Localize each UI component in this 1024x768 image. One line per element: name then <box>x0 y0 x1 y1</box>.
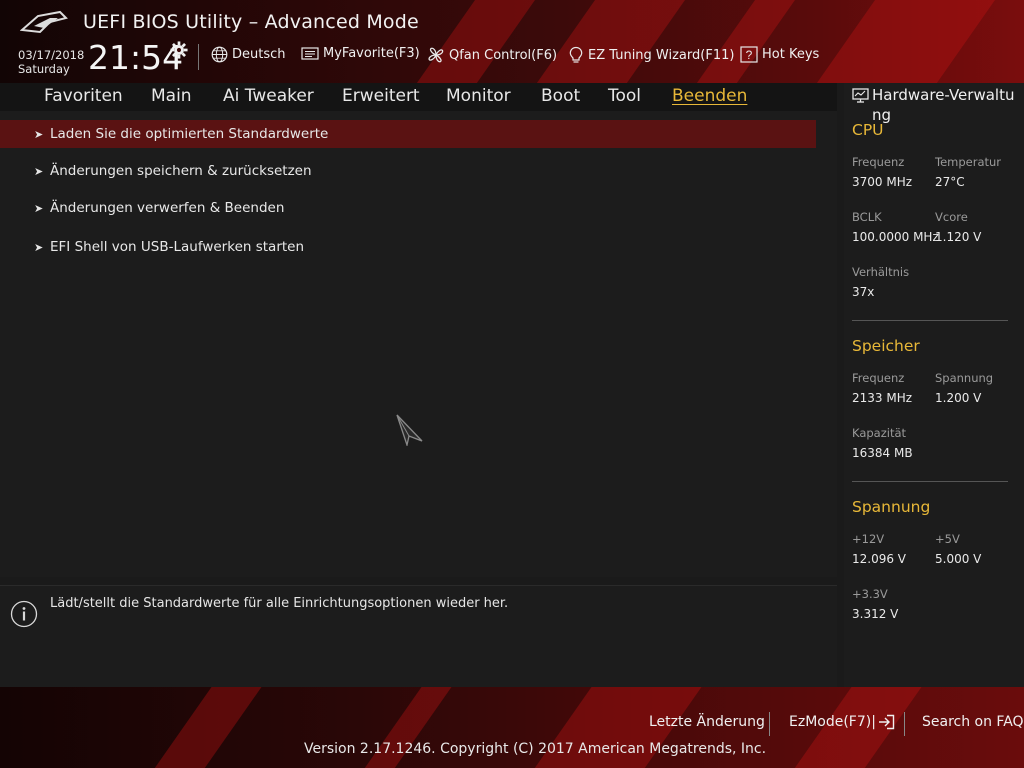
memory-frequency-label: Frequenz <box>852 371 905 385</box>
header-decoration <box>797 0 1003 83</box>
myfavorite-button[interactable]: MyFavorite(F3) <box>301 46 420 61</box>
tab-boot[interactable]: Boot <box>541 86 580 106</box>
weekday-text: Saturday <box>18 62 70 76</box>
arrow-right-icon: ➤ <box>34 201 44 215</box>
voltage-section-title: Spannung <box>852 498 931 516</box>
qfan-control-button[interactable]: Qfan Control(F6) <box>427 46 557 64</box>
qfan-label: Qfan Control(F6) <box>449 47 558 63</box>
vcore-label: Vcore <box>935 210 968 224</box>
mouse-cursor-icon <box>396 414 423 446</box>
ezmode-button[interactable]: EzMode(F7)| <box>789 714 895 730</box>
memory-voltage-value: 1.200 V <box>935 391 982 405</box>
favorite-list-icon <box>301 47 319 60</box>
tab-ai-tweaker[interactable]: Ai Tweaker <box>223 86 314 106</box>
tab-favoriten[interactable]: Favoriten <box>44 86 123 106</box>
bclk-label: BCLK <box>852 210 882 224</box>
help-panel: Lädt/stellt die Standardwerte für alle E… <box>0 585 837 688</box>
footer-decoration <box>141 687 269 768</box>
section-divider <box>852 481 1008 482</box>
cpu-frequency-label: Frequenz <box>852 155 905 169</box>
hardware-monitor-panel: Hardware-Verwaltung CPU Frequenz 3700 MH… <box>844 83 1024 687</box>
clock-display[interactable]: 21:54 <box>88 38 183 77</box>
myfavorite-label: MyFavorite(F3) <box>323 46 420 61</box>
v33-label: +3.3V <box>852 587 888 601</box>
cpu-temperature-label: Temperatur <box>935 155 1002 169</box>
exit-arrow-icon <box>878 714 895 730</box>
gear-icon[interactable] <box>170 41 188 59</box>
rog-logo-icon <box>20 10 68 34</box>
arrow-right-icon: ➤ <box>34 164 44 178</box>
menu-item-label: Laden Sie die optimierten Standardwerte <box>50 126 329 142</box>
menu-item-efi-shell[interactable]: ➤ EFI Shell von USB-Laufwerken starten <box>0 233 816 261</box>
memory-section-title: Speicher <box>852 337 920 355</box>
help-text: Lädt/stellt die Standardwerte für alle E… <box>50 596 509 611</box>
v5-value: 5.000 V <box>935 552 982 566</box>
tab-monitor[interactable]: Monitor <box>446 86 511 106</box>
memory-capacity-label: Kapazität <box>852 426 907 440</box>
tab-tool[interactable]: Tool <box>608 86 641 106</box>
toolbar-divider <box>198 44 199 70</box>
language-label: Deutsch <box>232 47 286 62</box>
cpu-section-title: CPU <box>852 121 884 139</box>
footer-divider <box>769 712 770 736</box>
footer-divider <box>904 712 905 736</box>
date-display: 03/17/2018 Saturday <box>18 48 84 76</box>
arrow-right-icon: ➤ <box>34 127 44 141</box>
header-decoration <box>517 0 693 83</box>
date-text: 03/17/2018 <box>18 48 85 62</box>
arrow-right-icon: ➤ <box>34 240 44 254</box>
globe-icon <box>211 46 228 63</box>
v12-label: +12V <box>852 532 885 546</box>
ratio-label: Verhältnis <box>852 265 910 279</box>
section-divider <box>852 320 1008 321</box>
ezmode-label: EzMode(F7)| <box>789 714 876 730</box>
svg-text:?: ? <box>746 48 753 62</box>
header-decoration <box>677 0 803 83</box>
v12-value: 12.096 V <box>852 552 907 566</box>
lightbulb-icon <box>569 46 583 63</box>
tab-main[interactable]: Main <box>151 86 192 106</box>
memory-frequency-value: 2133 MHz <box>852 391 913 405</box>
info-icon <box>10 600 38 628</box>
tab-beenden[interactable]: Beenden <box>672 86 747 106</box>
search-faq-button[interactable]: Search on FAQ <box>922 714 1024 730</box>
hot-keys-button[interactable]: ? Hot Keys <box>740 46 819 63</box>
ratio-value: 37x <box>852 285 875 299</box>
help-key-icon: ? <box>740 46 758 63</box>
fan-icon <box>428 47 444 63</box>
memory-capacity-value: 16384 MB <box>852 446 913 460</box>
page-title: UEFI BIOS Utility – Advanced Mode <box>83 11 419 33</box>
v33-value: 3.312 V <box>852 607 899 621</box>
vcore-value: 1.120 V <box>935 230 982 244</box>
menu-item-discard-exit[interactable]: ➤ Änderungen verwerfen & Beenden <box>0 194 816 222</box>
footer-bar: Letzte Änderung EzMode(F7)| Search on FA… <box>0 687 1024 768</box>
menu-item-label: Änderungen verwerfen & Beenden <box>50 200 285 216</box>
exit-menu-panel: ➤ Laden Sie die optimierten Standardwert… <box>0 111 837 577</box>
header-bar: UEFI BIOS Utility – Advanced Mode 03/17/… <box>0 0 1024 83</box>
header-decoration <box>397 0 543 83</box>
memory-voltage-label: Spannung <box>935 371 994 385</box>
menu-item-load-defaults[interactable]: ➤ Laden Sie die optimierten Standardwert… <box>0 120 816 148</box>
ez-tuning-label: EZ Tuning Wizard(F11) <box>588 47 735 63</box>
menu-item-label: EFI Shell von USB-Laufwerken starten <box>50 239 305 255</box>
hot-keys-label: Hot Keys <box>762 47 820 62</box>
menu-item-label: Änderungen speichern & zurücksetzen <box>50 163 312 179</box>
copyright-text: Version 2.17.1246. Copyright (C) 2017 Am… <box>304 741 767 757</box>
menu-item-save-reset[interactable]: ➤ Änderungen speichern & zurücksetzen <box>0 157 816 185</box>
main-tabs: Favoriten Main Ai Tweaker Erweitert Moni… <box>0 83 837 112</box>
language-button[interactable]: Deutsch <box>211 46 286 63</box>
cpu-frequency-value: 3700 MHz <box>852 175 913 189</box>
hardware-monitor-title: Hardware-Verwaltung <box>872 86 1015 124</box>
bclk-value: 100.0000 MHz <box>852 230 939 244</box>
v5-label: +5V <box>935 532 960 546</box>
monitor-icon <box>852 88 869 103</box>
ez-tuning-wizard-button[interactable]: EZ Tuning Wizard(F11) <box>568 46 734 64</box>
last-change-button[interactable]: Letzte Änderung <box>649 714 765 730</box>
tab-erweitert[interactable]: Erweitert <box>342 86 420 106</box>
cpu-temperature-value: 27°C <box>935 175 965 189</box>
